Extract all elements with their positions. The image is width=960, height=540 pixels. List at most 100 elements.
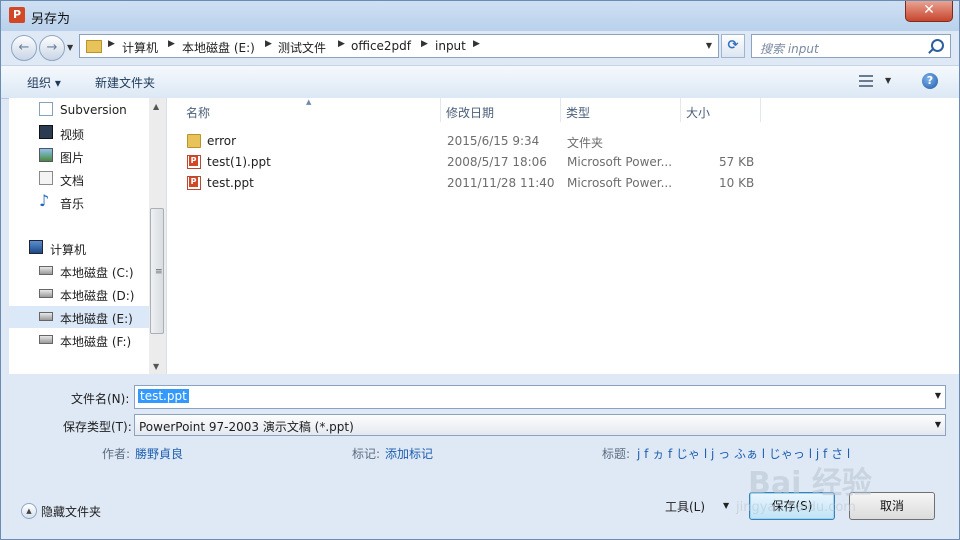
filetype-select[interactable]: PowerPoint 97-2003 演示文稿 (*.ppt) ▼	[134, 414, 946, 436]
tags-label: 标记:	[352, 447, 381, 461]
collapse-chevron-up-icon[interactable]: ▲	[21, 503, 37, 519]
sidebar-item-drive-c[interactable]: 本地磁盘 (C:)	[9, 260, 149, 282]
file-list: ▲ 名称 修改日期 类型 大小 error 2015/6/15 9:34 文件夹…	[167, 98, 959, 374]
computer-icon	[29, 240, 43, 254]
filetype-label: 保存类型(T):	[63, 420, 132, 434]
new-folder-button[interactable]: 新建文件夹	[95, 74, 155, 91]
add-tags-link[interactable]: 添加标记	[385, 445, 433, 462]
scrollbar-thumb[interactable]: ≡	[150, 208, 164, 334]
breadcrumb-office2pdf[interactable]: office2pdf	[351, 39, 411, 53]
sidebar-item-drive-f[interactable]: 本地磁盘 (F:)	[9, 329, 149, 351]
sidebar-item-label: 图片	[60, 151, 85, 165]
filename-input[interactable]: test.ppt ▼	[134, 385, 946, 409]
filename-label: 文件名(N):	[71, 392, 130, 406]
chevron-right-icon[interactable]: ▶	[473, 39, 480, 49]
sidebar-item-drive-e[interactable]: 本地磁盘 (E:)	[9, 306, 149, 328]
author-value[interactable]: 勝野貞良	[135, 445, 183, 462]
author-label: 作者:	[102, 447, 131, 461]
folder-icon	[187, 134, 201, 148]
file-row-test-ppt[interactable]: test.ppt 2011/11/28 11:40 Microsoft Powe…	[183, 173, 783, 194]
document-library-icon	[39, 171, 53, 185]
system-drive-icon	[39, 266, 53, 275]
music-library-icon: ♪	[39, 191, 50, 210]
drive-icon	[39, 312, 53, 321]
sidebar-item-subversion[interactable]: Subversion	[9, 99, 149, 121]
file-size: 57 KB	[719, 155, 755, 169]
column-header-type[interactable]: 类型	[566, 104, 590, 121]
sidebar-item-music[interactable]: ♪ 音乐	[9, 191, 149, 213]
subversion-icon	[39, 102, 53, 116]
breadcrumb-drive-e[interactable]: 本地磁盘 (E:)	[182, 39, 255, 56]
navigation-pane: Subversion 视频 图片 文档 ♪ 音乐 计算机 本地磁盘 (C:) 本	[9, 98, 167, 374]
sidebar-item-label: 本地磁盘 (C:)	[60, 266, 134, 280]
filename-selected-text[interactable]: test.ppt	[138, 389, 189, 403]
file-date: 2008/5/17 18:06	[447, 155, 547, 169]
watermark-url: jingyan.baidu.com	[736, 500, 856, 515]
column-header-size[interactable]: 大小	[686, 104, 710, 121]
file-name: error	[207, 134, 237, 148]
search-icon[interactable]	[931, 39, 944, 52]
hide-folders-label[interactable]: 隐藏文件夹	[41, 503, 101, 520]
drive-icon	[39, 335, 53, 344]
ppt-file-icon	[187, 155, 201, 169]
search-input[interactable]: 搜索 input	[751, 34, 951, 58]
filetype-chevron-down-icon[interactable]: ▼	[935, 420, 941, 429]
sidebar-item-drive-d[interactable]: 本地磁盘 (D:)	[9, 283, 149, 305]
file-row-error[interactable]: error 2015/6/15 9:34 文件夹	[183, 131, 783, 152]
address-history-chevron-down-icon[interactable]: ▼	[706, 41, 712, 50]
chevron-right-icon[interactable]: ▶	[108, 39, 115, 49]
powerpoint-app-icon: P	[9, 7, 25, 23]
forward-button[interactable]: →	[39, 35, 65, 61]
sidebar-item-documents[interactable]: 文档	[9, 168, 149, 190]
file-name: test(1).ppt	[207, 155, 271, 169]
grip-icon: ≡	[155, 267, 163, 277]
view-options-chevron-down-icon[interactable]: ▼	[885, 76, 891, 85]
sidebar-item-label: Subversion	[60, 103, 127, 117]
change-view-icon[interactable]	[859, 75, 873, 87]
refresh-button[interactable]: ⟳	[721, 34, 745, 58]
help-icon[interactable]: ?	[922, 73, 938, 89]
drive-icon	[39, 289, 53, 298]
filename-history-chevron-down-icon[interactable]: ▼	[935, 391, 941, 400]
sidebar-item-label: 本地磁盘 (F:)	[60, 335, 132, 349]
video-library-icon	[39, 125, 53, 139]
chevron-right-icon[interactable]: ▶	[168, 39, 175, 49]
sidebar-item-label: 计算机	[50, 243, 87, 257]
file-type: Microsoft Power...	[567, 176, 673, 190]
sort-ascending-icon: ▲	[306, 98, 312, 106]
column-header-date-modified[interactable]: 修改日期	[446, 104, 494, 121]
sidebar-item-videos[interactable]: 视频	[9, 122, 149, 144]
chevron-right-icon[interactable]: ▶	[338, 39, 345, 49]
recent-pages-chevron-down-icon[interactable]: ▼	[67, 43, 73, 52]
file-size: 10 KB	[719, 176, 755, 190]
chevron-right-icon[interactable]: ▶	[265, 39, 272, 49]
sidebar-item-pictures[interactable]: 图片	[9, 145, 149, 167]
file-type: 文件夹	[567, 136, 604, 150]
column-header-name[interactable]: 名称	[186, 104, 210, 121]
close-button[interactable]: ✕	[905, 1, 953, 22]
address-bar[interactable]: ▶ 计算机 ▶ 本地磁盘 (E:) ▶ 测试文件 ▶ office2pdf ▶ …	[79, 34, 719, 58]
tools-menu-button[interactable]: 工具(L)	[665, 498, 705, 515]
file-date: 2015/6/15 9:34	[447, 134, 540, 148]
window-title: 另存为	[31, 12, 71, 27]
ppt-file-icon	[187, 176, 201, 190]
breadcrumb-test-files[interactable]: 测试文件	[278, 39, 326, 56]
chevron-right-icon[interactable]: ▶	[421, 39, 428, 49]
navigation-scrollbar[interactable]: ▲ ≡ ▼	[149, 98, 166, 374]
organize-menu-button[interactable]: 组织 ▾	[27, 74, 61, 91]
breadcrumb-computer[interactable]: 计算机	[122, 39, 158, 56]
navigation-bar: ← → ▼ ▶ 计算机 ▶ 本地磁盘 (E:) ▶ 测试文件 ▶ office2…	[1, 31, 959, 63]
sidebar-item-computer[interactable]: 计算机	[9, 237, 149, 259]
back-button[interactable]: ←	[11, 35, 37, 61]
scroll-up-icon[interactable]: ▲	[153, 102, 159, 111]
file-row-test1-ppt[interactable]: test(1).ppt 2008/5/17 18:06 Microsoft Po…	[183, 152, 783, 173]
scroll-down-icon[interactable]: ▼	[153, 362, 159, 371]
folder-icon	[86, 40, 102, 53]
command-toolbar: 组织 ▾ 新建文件夹 ▼ ?	[1, 65, 959, 99]
file-name: test.ppt	[207, 176, 254, 190]
breadcrumb-input[interactable]: input	[435, 39, 466, 53]
tools-chevron-down-icon[interactable]: ▼	[723, 501, 729, 510]
baidu-watermark: Bai 经验 jingyan.baidu.com	[736, 456, 946, 526]
picture-library-icon	[39, 148, 53, 162]
save-as-dialog: P 另存为 ✕ ← → ▼ ▶ 计算机 ▶ 本地磁盘 (E:) ▶ 测试文件 ▶…	[0, 0, 960, 540]
